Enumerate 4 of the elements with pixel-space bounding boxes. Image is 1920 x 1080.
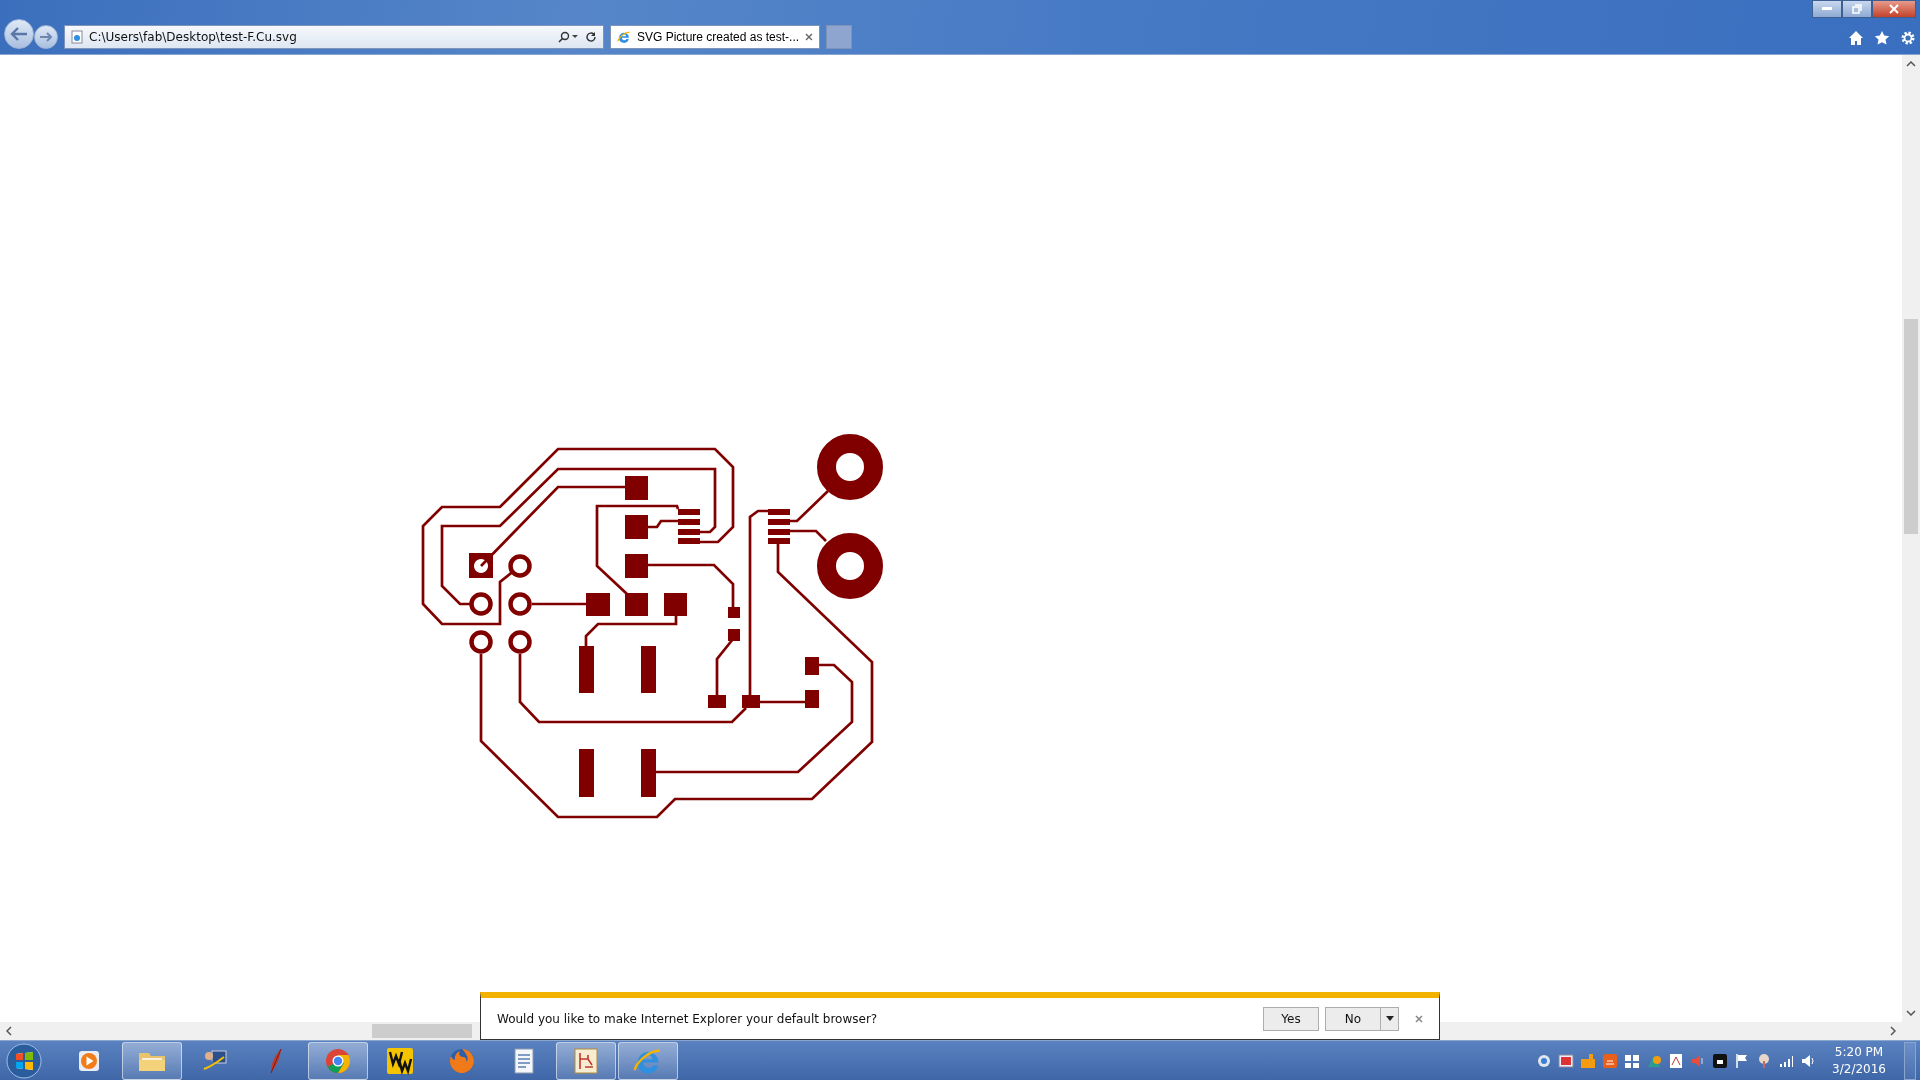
clock-date: 3/2/2016 bbox=[1832, 1060, 1886, 1078]
notification-message: Would you like to make Internet Explorer your default browser? bbox=[497, 1011, 879, 1026]
url-text: C:\Users\fab\Desktop\test-F.Cu.svg bbox=[89, 30, 298, 44]
clock-time: 5:20 PM bbox=[1834, 1043, 1884, 1061]
